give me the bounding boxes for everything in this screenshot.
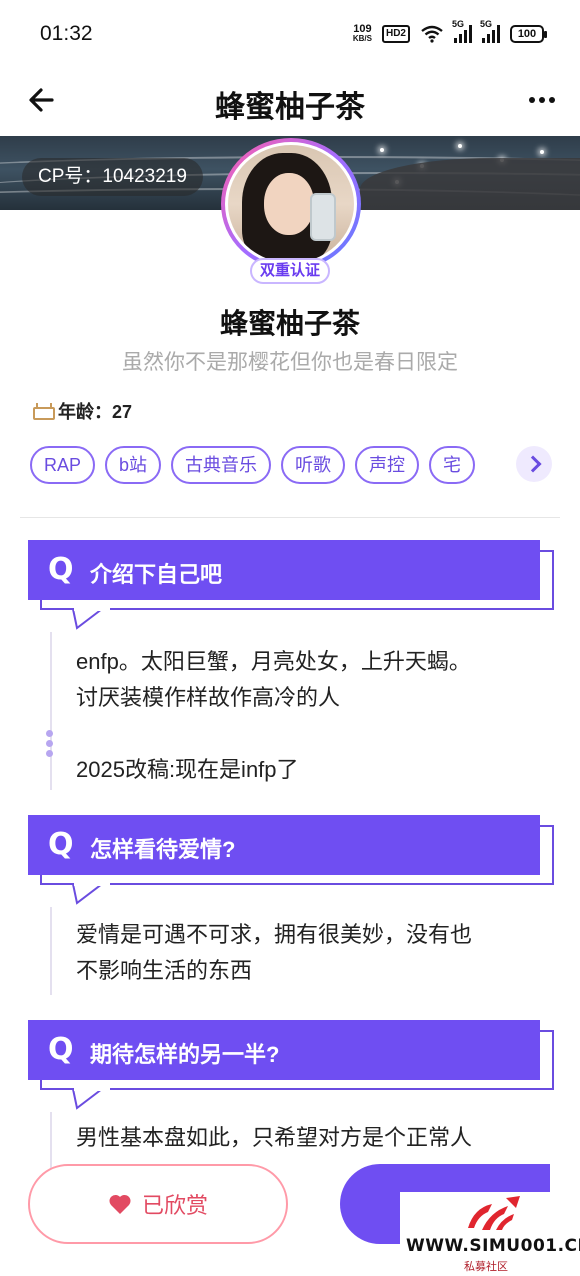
- interest-tag[interactable]: 古典音乐: [171, 446, 272, 484]
- cp-number-badge: CP号：10423219: [22, 158, 203, 196]
- age-label: 年龄：27: [58, 402, 133, 422]
- battery-icon: 100: [510, 25, 547, 43]
- answer-text: 男性基本盘如此，只希望对方是个正常人: [76, 1125, 473, 1150]
- status-bar: 01:32 109 KB/S HD2 5G 5G 100: [0, 0, 580, 68]
- watermark: WWW.SIMU001.CN 私募社区: [400, 1192, 580, 1276]
- qa-block: Q 介绍下自己吧 enfp。太阳巨蟹，月亮处女，上升天蝎。 讨厌装模作样故作高冷…: [28, 540, 554, 792]
- question-title: 介绍下自己吧: [90, 562, 223, 587]
- more-horizontal-icon: [529, 97, 535, 103]
- page-title: 蜂蜜柚子茶: [215, 91, 365, 124]
- divider: [20, 517, 560, 518]
- answer-text: 爱情是可遇不可求，拥有很美妙，没有也 不影响生活的东西: [76, 922, 473, 983]
- q-icon: Q: [48, 827, 74, 862]
- signal-icon: 5G: [452, 19, 472, 43]
- interest-tag[interactable]: b站: [105, 446, 162, 484]
- tags-next-button[interactable]: [516, 446, 552, 482]
- verification-badge: 双重认证: [250, 258, 330, 284]
- answer-text: enfp。太阳巨蟹，月亮处女，上升天蝎。 讨厌装模作样故作高冷的人 2025改稿…: [76, 649, 471, 782]
- cake-icon: [32, 401, 55, 421]
- q-icon: Q: [48, 552, 74, 587]
- status-time: 01:32: [40, 22, 93, 45]
- avatar-photo: [228, 145, 354, 263]
- avatar[interactable]: [218, 138, 364, 270]
- hd-icon: HD2: [381, 25, 410, 43]
- bubble-tail: [72, 1088, 110, 1110]
- interest-tags: RAP b站 古典音乐 听歌 声控 宅: [30, 446, 476, 484]
- watermark-logo-icon: [468, 1196, 520, 1230]
- watermark-site: WWW.SIMU001.CN: [406, 1236, 580, 1256]
- interest-tag[interactable]: 听歌: [281, 446, 346, 484]
- interest-tag[interactable]: 宅: [429, 446, 476, 484]
- question-title: 期待怎样的另一半?: [90, 1042, 280, 1067]
- question-header: Q 期待怎样的另一半?: [28, 1020, 540, 1080]
- qa-block: Q 怎样看待爱情? 爱情是可遇不可求，拥有很美妙，没有也 不影响生活的东西: [28, 815, 554, 997]
- profile-signature: 虽然你不是那樱花但你也是春日限定: [122, 351, 458, 374]
- interest-tag[interactable]: 声控: [355, 446, 420, 484]
- qa-block: Q 期待怎样的另一半? 男性基本盘如此，只希望对方是个正常人: [28, 1020, 554, 1182]
- bubble-tail: [72, 883, 110, 905]
- appreciated-label: 已欣赏: [141, 1193, 208, 1218]
- appreciated-button[interactable]: 已欣赏: [28, 1164, 288, 1244]
- profile-name: 蜂蜜柚子茶: [219, 308, 360, 339]
- interest-tag[interactable]: RAP: [30, 446, 96, 484]
- question-header: Q 怎样看待爱情?: [28, 815, 540, 875]
- wifi-icon: [421, 25, 443, 43]
- watermark-sub: 私募社区: [464, 1261, 508, 1273]
- age-row: 年龄：27: [32, 398, 132, 424]
- q-icon: Q: [48, 1032, 74, 1067]
- network-speed: 109 KB/S: [352, 23, 372, 44]
- bubble-tail: [72, 608, 110, 630]
- question-title: 怎样看待爱情?: [90, 837, 236, 862]
- signal-icon: 5G: [480, 19, 500, 43]
- question-header: Q 介绍下自己吧: [28, 540, 540, 600]
- status-icons: 109 KB/S HD2 5G 5G 100: [352, 19, 547, 44]
- heart-icon: [109, 1194, 131, 1214]
- nav-bar: 蜂蜜柚子茶: [0, 68, 580, 134]
- more-button[interactable]: [524, 82, 560, 118]
